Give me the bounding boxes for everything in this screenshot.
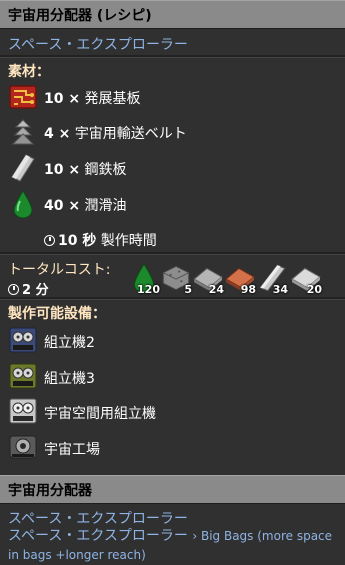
craft-time-value: 10 秒 <box>58 233 97 249</box>
divider <box>0 252 345 255</box>
ingredient-row: 4 × 宇宙用輸送ベルト <box>8 117 338 149</box>
recipe-header: 宇宙用分配器 (レシピ) <box>0 0 345 29</box>
item-title: 宇宙用分配器 <box>8 483 92 499</box>
ingredient-name: 潤滑油 <box>84 198 127 214</box>
cost-count: 20 <box>306 283 322 296</box>
cost-count: 120 <box>137 283 160 296</box>
space-assembler-icon <box>9 398 37 424</box>
total-time-value: 2 分 <box>22 283 49 298</box>
machine-name: 宇宙空間用組立機 <box>44 406 156 422</box>
machine-row: 組立機2 <box>8 325 338 359</box>
cost-item: 5 <box>160 262 192 296</box>
recipe-title: 宇宙用分配器 (レシピ) <box>8 8 152 24</box>
total-cost-label: トータルコスト: <box>8 262 111 278</box>
cost-count: 98 <box>240 283 256 296</box>
ingredient-qty: 10 × <box>44 91 81 107</box>
ingredient-name: 宇宙用輸送ベルト <box>74 126 187 142</box>
cost-item: 24 <box>192 262 224 296</box>
total-cost-time: 2 分 <box>8 279 49 298</box>
space-belt-icon <box>11 119 35 145</box>
circuit-board-icon <box>9 85 37 109</box>
clock-icon <box>8 284 19 295</box>
cost-count: 24 <box>208 283 224 296</box>
cost-count: 5 <box>184 283 192 296</box>
lubricant-icon <box>13 190 33 219</box>
mod-source-link-extended[interactable]: スペース・エクスプローラー › Big Bags (more space in … <box>8 527 343 565</box>
machine-row: 組立機3 <box>8 361 338 395</box>
machine-name: 組立機2 <box>44 335 95 351</box>
cost-item: 34 <box>256 262 288 296</box>
mod-name: スペース・エクスプローラー <box>8 528 188 544</box>
ingredient-name: 鋼鉄板 <box>84 162 127 178</box>
item-header: 宇宙用分配器 <box>0 475 345 504</box>
ingredient-name: 発展基板 <box>84 91 141 107</box>
cost-item: 98 <box>224 262 256 296</box>
ingredient-qty: 4 × <box>44 126 71 142</box>
assembler-2-icon <box>9 327 37 353</box>
divider <box>0 55 345 58</box>
ingredients-title: 素材： <box>8 64 50 80</box>
ingredient-row: 40 × 潤滑油 <box>8 189 338 221</box>
mod-source-link[interactable]: スペース・エクスプローラー <box>8 34 188 54</box>
clock-icon <box>44 235 55 246</box>
mod-source-link[interactable]: スペース・エクスプローラー <box>8 508 188 528</box>
cost-count: 34 <box>272 283 288 296</box>
assembler-3-icon <box>9 363 37 389</box>
cost-item: 120 <box>128 262 160 296</box>
ingredient-qty: 40 × <box>44 198 81 214</box>
machine-name: 組立機3 <box>44 371 95 387</box>
craft-time-label: 製作時間 <box>100 233 157 249</box>
space-factory-icon <box>9 435 37 459</box>
ingredient-row: 10 × 鋼鉄板 <box>8 153 338 185</box>
made-in-title: 製作可能設備： <box>8 306 106 322</box>
machine-name: 宇宙工場 <box>44 442 100 458</box>
recipe-tooltip: 宇宙用分配器 (レシピ) スペース・エクスプローラー 素材： 10 × 発展基板… <box>0 0 345 562</box>
steel-plate-icon <box>11 154 35 182</box>
divider <box>0 297 345 300</box>
machine-row: 宇宙工場 <box>8 432 338 466</box>
ingredient-row: 10 × 発展基板 <box>8 82 338 114</box>
craft-time: 10 秒 製作時間 <box>44 230 157 250</box>
ingredient-qty: 10 × <box>44 162 81 178</box>
machine-row: 宇宙空間用組立機 <box>8 396 338 430</box>
cost-item: 20 <box>290 262 322 296</box>
